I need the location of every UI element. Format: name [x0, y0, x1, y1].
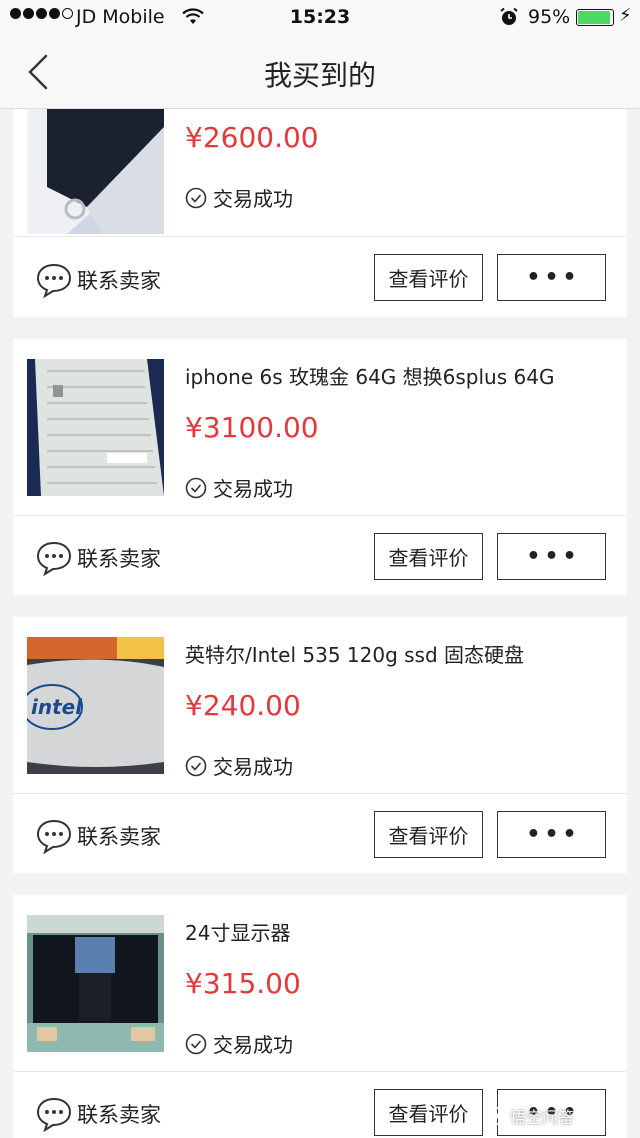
product-thumbnail-phone[interactable] [27, 109, 164, 234]
order-card: iphone 6s 玫瑰金 64G 想换6splus 64G ¥3100.00 … [13, 339, 627, 595]
chat-bubble-icon [36, 819, 72, 854]
order-status-text: 交易成功 [213, 477, 293, 501]
check-circle-icon [185, 477, 207, 498]
chat-bubble-icon [36, 1097, 72, 1132]
order-status-text: 交易成功 [213, 755, 293, 779]
page-title: 我买到的 [263, 59, 376, 92]
battery-icon [576, 9, 614, 26]
product-thumbnail-monitor[interactable] [27, 915, 164, 1052]
view-review-button[interactable]: 查看评价 [374, 254, 483, 301]
order-status-text: 交易成功 [213, 1033, 293, 1057]
order-price: ¥2600.00 [185, 121, 319, 154]
product-thumbnail-ssd[interactable]: intel [27, 637, 164, 774]
more-options-button[interactable]: ••• [497, 254, 606, 301]
view-review-button[interactable]: 查看评价 [374, 533, 483, 580]
order-status: 交易成功 [185, 1029, 293, 1058]
order-list[interactable]: ¥2600.00 交易成功 联系卖家 查看评价 ••• iphone 6s 玫瑰… [0, 109, 640, 1138]
divider [13, 515, 627, 516]
more-options-button[interactable]: ••• [497, 811, 606, 858]
alarm-icon [499, 7, 519, 32]
order-price: ¥240.00 [185, 689, 301, 722]
order-price: ¥3100.00 [185, 411, 319, 444]
chat-bubble-icon [36, 541, 72, 576]
navigation-bar: 我买到的 [0, 36, 640, 109]
contact-seller-label: 联系卖家 [77, 1103, 161, 1127]
divider [13, 1071, 627, 1072]
chat-bubble-icon [36, 263, 72, 298]
order-price: ¥315.00 [185, 967, 301, 1000]
intel-logo-text: intel [31, 695, 83, 719]
battery-percent: 95% [528, 6, 571, 28]
contact-seller-button[interactable]: 联系卖家 [35, 818, 161, 854]
divider [13, 236, 627, 237]
contact-seller-label: 联系卖家 [77, 269, 161, 293]
more-options-button[interactable]: ••• [497, 533, 606, 580]
check-circle-icon [185, 187, 207, 208]
order-status: 交易成功 [185, 183, 293, 212]
view-review-button[interactable]: 查看评价 [374, 811, 483, 858]
order-card: 24寸显示器 ¥315.00 交易成功 联系卖家 查看评价 ••• [13, 895, 627, 1138]
contact-seller-button[interactable]: 联系卖家 [35, 1096, 161, 1132]
order-card: ¥2600.00 交易成功 联系卖家 查看评价 ••• [13, 109, 627, 317]
order-status: 交易成功 [185, 473, 293, 502]
order-status-text: 交易成功 [213, 187, 293, 211]
watermark-text: 悟空问答 [510, 1108, 575, 1127]
view-review-button[interactable]: 查看评价 [374, 1089, 483, 1136]
check-circle-icon [185, 1033, 207, 1054]
contact-seller-label: 联系卖家 [77, 547, 161, 571]
charging-icon: ⚡ [619, 5, 632, 26]
status-bar: JD Mobile 15:23 95% ⚡ [0, 0, 640, 36]
check-circle-icon [185, 755, 207, 776]
watermark: 悟空问答 [486, 1104, 574, 1128]
contact-seller-button[interactable]: 联系卖家 [35, 262, 161, 298]
product-name[interactable]: 24寸显示器 [185, 917, 290, 946]
watermark-logo-icon [487, 1107, 505, 1125]
product-name[interactable]: iphone 6s 玫瑰金 64G 想换6splus 64G [185, 361, 554, 390]
product-thumbnail-phone-screen[interactable] [27, 359, 164, 496]
divider [13, 793, 627, 794]
contact-seller-button[interactable]: 联系卖家 [35, 540, 161, 576]
order-status: 交易成功 [185, 751, 293, 780]
contact-seller-label: 联系卖家 [77, 825, 161, 849]
product-name[interactable]: 英特尔/Intel 535 120g ssd 固态硬盘 [185, 639, 524, 668]
order-card: intel 英特尔/Intel 535 120g ssd 固态硬盘 ¥240.0… [13, 617, 627, 873]
